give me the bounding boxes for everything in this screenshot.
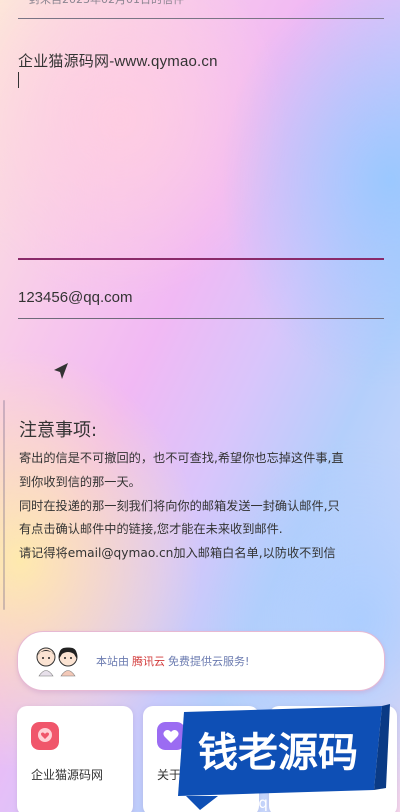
notice-line: 请记得将email@qymao.cn加入邮箱白名单,以防收不到信 [19,546,336,561]
text-caret [18,72,19,88]
notice-line: 寄出的信是不可撤回的，也不可查找,希望你也忘掉这件事,直 [19,451,344,465]
girl-avatar-icon [58,647,78,677]
heart-chat-icon [31,722,59,750]
email-input[interactable]: 123456@qq.com [18,289,384,319]
sponsor-banner[interactable]: 本站由 腾讯云 免费提供云服务! [17,631,385,691]
notice-line: 有点击确认邮件中的链接,您才能在未来收到邮件. [19,522,283,537]
letter-content-text: 企业猫源码网-www.qymao.cn [18,53,218,70]
boy-avatar-icon [36,647,56,677]
notice-line: 到你收到信的那一天。 [19,474,141,489]
scrollbar[interactable] [3,400,5,610]
letter-date-hint: 一封来自2023年02月01日的信件 [18,0,384,19]
watermark-logo: 钱老源码 qianlao.cn [178,704,390,812]
send-button[interactable] [50,360,72,382]
notice-line: 同时在投递的那一刻我们将向你的邮箱发送一封确认邮件,只 [19,498,340,513]
notice-title: 注意事项: [19,420,98,441]
sponsor-brand-link[interactable]: 腾讯云 [132,655,165,668]
notice-body: 寄出的信是不可撤回的，也不可查找,希望你也忘掉这件事,直 到你收到信的那一天。 … [19,447,391,566]
card-site[interactable]: 企业猫源码网 [17,706,133,812]
send-arrow-icon [54,363,68,379]
card-label: 企业猫源码网 [31,768,104,782]
sponsor-suffix: 免费提供云服务! [168,655,250,668]
avatar-pair [34,641,84,681]
letter-content-textarea[interactable]: 企业猫源码网-www.qymao.cn [18,50,384,260]
watermark-title: 钱老源码 [198,730,358,776]
sponsor-text: 本站由 腾讯云 免费提供云服务! [96,653,249,669]
sponsor-prefix: 本站由 [96,655,129,668]
watermark-domain: qianlao.cn [258,794,345,812]
